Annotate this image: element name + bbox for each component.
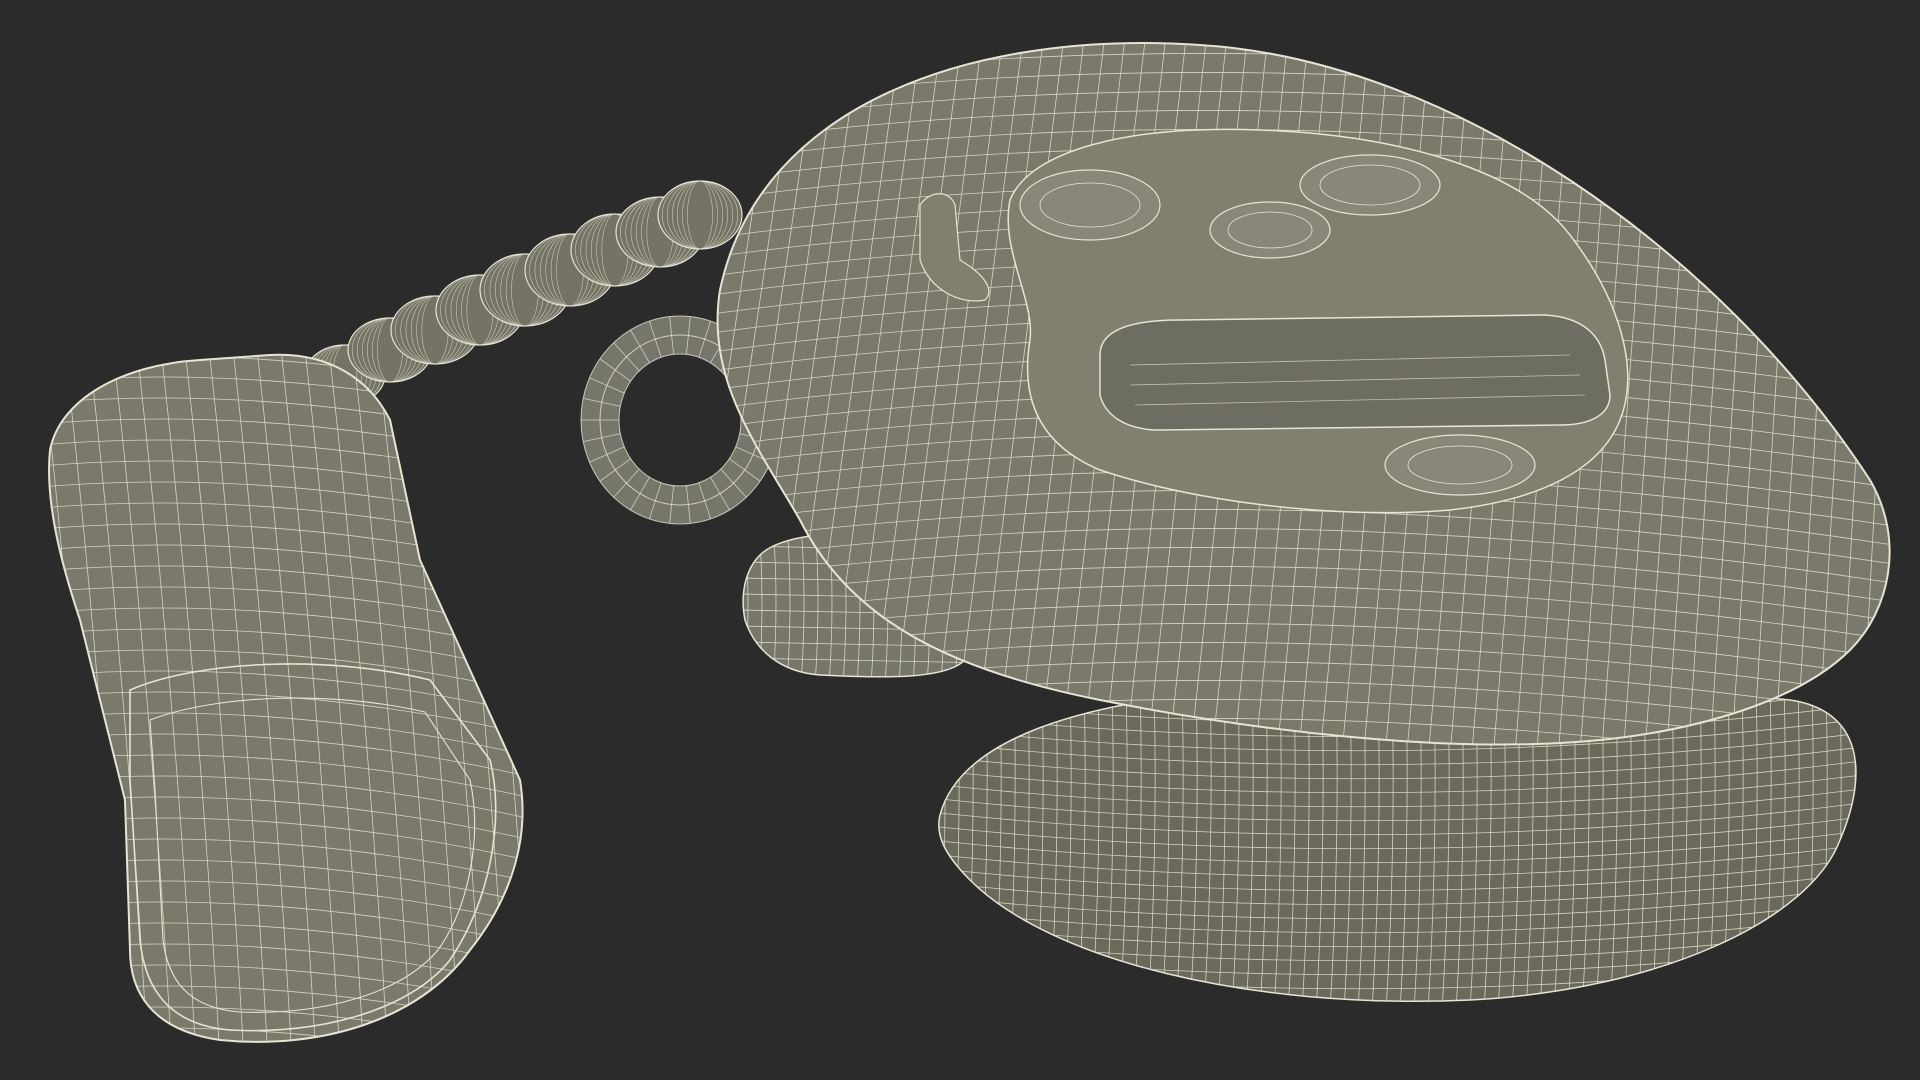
button-top-left	[1019, 169, 1161, 241]
button-top-right	[1299, 154, 1441, 216]
wireframe-model	[48, 42, 1891, 1043]
display-slot	[1099, 314, 1611, 431]
coiled-cord	[304, 180, 743, 406]
main-body	[716, 42, 1891, 746]
button-bottom	[1384, 434, 1536, 496]
handset-head	[48, 353, 524, 1043]
render-viewport	[0, 0, 1920, 1080]
